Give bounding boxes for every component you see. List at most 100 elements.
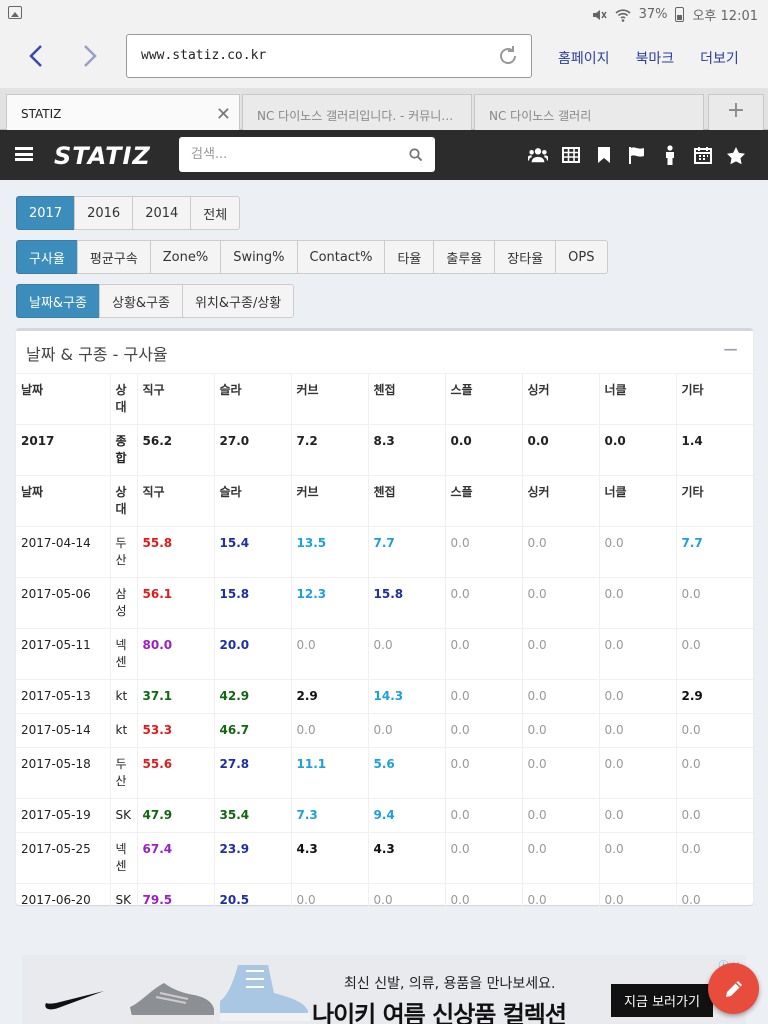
split-tab-situation-pitch[interactable]: 상황&구종: [98, 284, 183, 318]
ad-banner[interactable]: 최신 신발, 의류, 용품을 만나보세요. 나이키 여름 신상품 컬렉션 지금 …: [22, 955, 746, 1024]
table-cell: 15.8: [367, 577, 445, 629]
table-cell: 2017: [16, 424, 110, 476]
table-cell: 0.0: [444, 832, 522, 884]
bookmark-link[interactable]: 북마크: [636, 48, 675, 68]
table-cell: 슬라: [213, 373, 291, 425]
table-row: 2017-05-19 SK 47.9 35.4 7.3 9.4 0.0 0.0 0.0 0.0: [16, 798, 753, 833]
table-cell: 55.8: [136, 526, 214, 578]
browser-tab-nc-gallery[interactable]: NC 다이노스 갤러리: [474, 94, 704, 130]
table-cell: 13.5: [290, 526, 368, 578]
table-row: 2017-05-06 삼성 56.1 15.8 12.3 15.8 0.0 0.0 0.0 0.0: [16, 577, 753, 629]
table-cell: 삼성: [109, 577, 137, 629]
table-cell: 0.0: [675, 628, 753, 680]
year-tab-all[interactable]: 전체: [190, 196, 241, 230]
stat-tab-pitch-rate[interactable]: 구사율: [16, 240, 78, 274]
year-tab-2017[interactable]: 2017: [16, 196, 76, 230]
tab-title: NC 다이노스 갤러리: [489, 109, 592, 123]
table-cell: 너클: [598, 475, 676, 527]
table-cell: 2017-05-19: [16, 798, 110, 833]
ad-subtitle: 최신 신발, 의류, 용품을 만나보세요.: [344, 976, 556, 992]
table-cell: 0.0: [444, 526, 522, 578]
split-tab-location-pitch[interactable]: 위치&구종/상황: [181, 284, 295, 318]
close-icon[interactable]: ✕: [216, 104, 231, 125]
search-box: [179, 137, 435, 172]
users-icon[interactable]: [528, 145, 548, 165]
year-tab-2016[interactable]: 2016: [74, 196, 134, 230]
table-cell: 5.6: [367, 747, 445, 799]
more-link[interactable]: 더보기: [700, 48, 739, 68]
search-input[interactable]: [179, 137, 399, 172]
table-cell: 53.3: [136, 713, 214, 748]
table-cell: 0.0: [444, 798, 522, 833]
battery-icon: [675, 7, 685, 22]
ad-cta-button[interactable]: 지금 보러가기: [611, 984, 713, 1017]
mute-icon: [592, 9, 607, 20]
table-cell: 2017-05-18: [16, 747, 110, 799]
table-cell: 0.0: [444, 628, 522, 680]
url-text: www.statiz.co.kr: [141, 48, 267, 63]
stat-tab-slg[interactable]: 장타율: [494, 240, 557, 274]
stat-tab-ops[interactable]: OPS: [555, 240, 608, 274]
stat-tab-avg-velocity[interactable]: 평균구속: [76, 240, 151, 274]
calendar-icon[interactable]: [693, 145, 713, 165]
table-cell: 0.0: [598, 679, 676, 714]
chevron-right-icon: [84, 45, 97, 67]
table-cell: 47.9: [136, 798, 214, 833]
collapse-icon[interactable]: −: [722, 337, 739, 361]
stat-tab-obp[interactable]: 출루율: [433, 240, 496, 274]
table-cell: 0.0: [521, 424, 599, 476]
table-cell: 두산: [109, 526, 137, 578]
bookmark-icon[interactable]: [594, 145, 614, 165]
url-bar[interactable]: www.statiz.co.kr: [126, 34, 532, 78]
table-cell: 0.0: [521, 883, 599, 917]
table-cell: 2.9: [290, 679, 368, 714]
table-icon[interactable]: [561, 145, 581, 165]
table-cell: 0.0: [598, 798, 676, 833]
status-bar: 37% 오후 12:01: [0, 0, 768, 28]
battery-percent: 37%: [638, 7, 668, 22]
star-icon[interactable]: [726, 145, 746, 165]
table-row: 2017-04-14 두산 55.8 15.4 13.5 7.7 0.0 0.0 0.0 7.7: [16, 526, 753, 578]
edit-fab-button[interactable]: [708, 963, 759, 1014]
table-cell: 0.0: [444, 883, 522, 917]
new-tab-button[interactable]: +: [708, 94, 764, 130]
person-icon[interactable]: [660, 145, 680, 165]
table-cell: 11.1: [290, 747, 368, 799]
back-button[interactable]: [22, 42, 50, 70]
stat-tab-zone[interactable]: Zone%: [149, 240, 222, 274]
homepage-link[interactable]: 홈페이지: [558, 48, 610, 68]
table-cell: 0.0: [521, 713, 599, 748]
table-cell: 0.0: [444, 577, 522, 629]
table-cell: 0.0: [598, 577, 676, 629]
table-cell: 42.9: [213, 679, 291, 714]
table-cell: 0.0: [367, 883, 445, 917]
year-tab-group: 2017 2016 2014 전체: [16, 196, 241, 230]
stat-tab-avg[interactable]: 타율: [384, 240, 435, 274]
stat-tab-swing[interactable]: Swing%: [220, 240, 298, 274]
table-cell: 0.0: [290, 628, 368, 680]
split-tab-group: 날짜&구종 상황&구종 위치&구종/상황: [16, 284, 295, 318]
browser-tab-statiz[interactable]: STATIZ ✕: [6, 94, 240, 130]
table-cell: 8.3: [367, 424, 445, 476]
table-cell: 15.4: [213, 526, 291, 578]
year-tab-2014[interactable]: 2014: [132, 196, 192, 230]
forward-button[interactable]: [76, 42, 104, 70]
table-cell: 0.0: [598, 526, 676, 578]
table-cell: 79.5: [136, 883, 214, 917]
table-cell: 슬라: [213, 475, 291, 527]
table-row: 2017-05-18 두산 55.6 27.8 11.1 5.6 0.0 0.0 0.0 0.0: [16, 747, 753, 799]
menu-icon[interactable]: [15, 147, 33, 161]
flag-icon[interactable]: [627, 145, 647, 165]
stat-tab-contact[interactable]: Contact%: [296, 240, 386, 274]
table-cell: 0.0: [598, 713, 676, 748]
site-logo[interactable]: STATIZ: [54, 142, 151, 170]
split-tab-date-pitch[interactable]: 날짜&구종: [16, 284, 100, 318]
table-cell: 12.3: [290, 577, 368, 629]
search-icon[interactable]: [409, 148, 423, 162]
reload-icon[interactable]: [497, 45, 519, 67]
table-cell: 56.2: [136, 424, 214, 476]
table-cell: 0.0: [675, 798, 753, 833]
browser-tab-nc-community[interactable]: NC 다이노스 갤러리입니다. - 커뮤니…: [242, 94, 472, 130]
table-cell: 46.7: [213, 713, 291, 748]
table-cell: 2017-04-14: [16, 526, 110, 578]
